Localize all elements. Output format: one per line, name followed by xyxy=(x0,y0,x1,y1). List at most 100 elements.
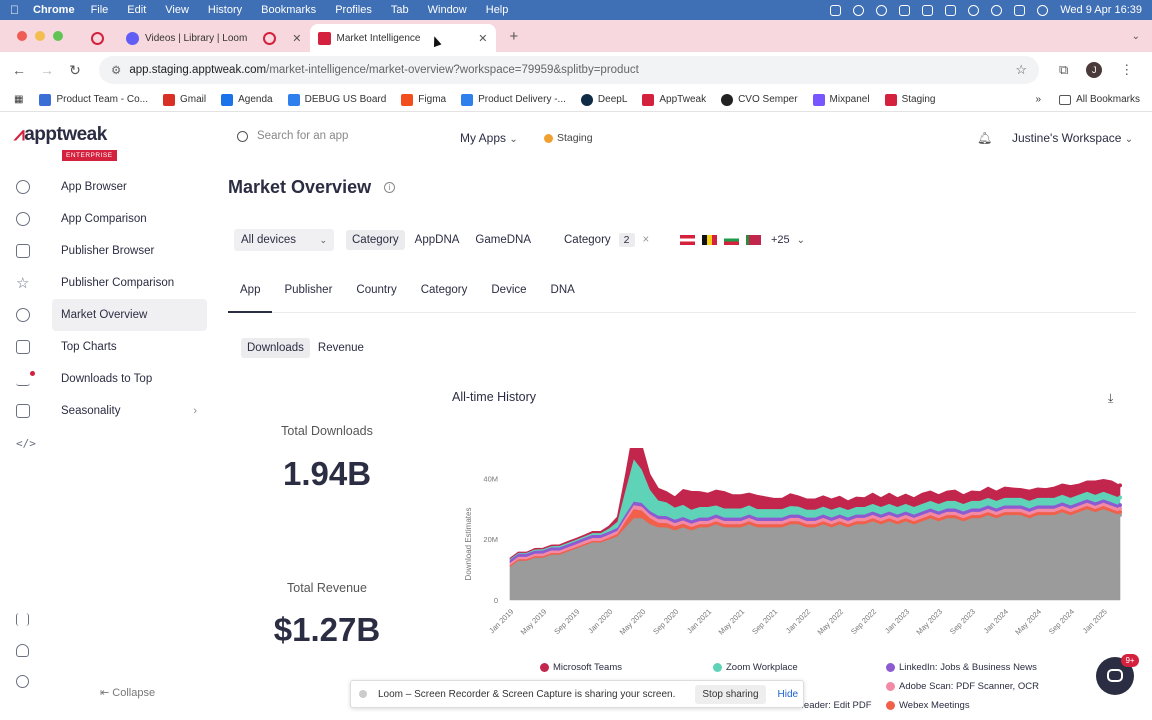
menu-edit[interactable]: Edit xyxy=(127,4,146,16)
taxonomy-category[interactable]: Category xyxy=(346,230,405,250)
spotlight-icon[interactable] xyxy=(991,4,1003,16)
wifi-icon[interactable] xyxy=(968,4,980,16)
tab-loom[interactable]: Videos | Library | Loom xyxy=(118,24,255,52)
legend-item[interactable]: Microsoft Teams xyxy=(540,662,622,673)
close-tab-icon[interactable]: ✕ xyxy=(478,32,487,45)
taxonomy-appdna[interactable]: AppDNA xyxy=(409,230,466,250)
sidebar-item-market-overview[interactable]: Market Overview xyxy=(16,299,207,331)
menu-view[interactable]: View xyxy=(165,4,189,16)
new-tab-icon[interactable]: + xyxy=(510,28,519,45)
series-end-point[interactable] xyxy=(1118,503,1122,508)
collapse-sidebar-button[interactable]: ⇤ Collapse xyxy=(100,686,155,699)
legend-item[interactable]: Adobe Scan: PDF Scanner, OCR xyxy=(886,681,1039,692)
menu-profiles[interactable]: Profiles xyxy=(335,4,372,16)
more-bookmarks-icon[interactable]: » xyxy=(1036,94,1042,105)
apptweak-logo[interactable]: ⩘apptweak ENTERPRISE xyxy=(14,124,117,161)
menu-window[interactable]: Window xyxy=(428,4,467,16)
profile-avatar[interactable]: J xyxy=(1086,62,1103,78)
zoom-status-icon[interactable] xyxy=(830,4,842,16)
tab-market-intelligence[interactable]: Market Intelligence ✕ xyxy=(309,24,496,52)
back-icon[interactable]: ← xyxy=(5,62,33,78)
tab-category[interactable]: Category xyxy=(409,282,480,312)
apps-grid-icon[interactable]: ▦ xyxy=(14,94,23,105)
bookmark-item[interactable]: DEBUG US Board xyxy=(287,93,386,106)
series-end-point[interactable] xyxy=(1118,483,1122,488)
control-center-icon[interactable] xyxy=(1014,4,1026,16)
country-filter[interactable]: +25 ⌄ xyxy=(680,229,805,251)
sidebar-item-downloads-to-top[interactable]: Downloads to Top xyxy=(0,363,215,395)
close-tab-icon[interactable]: ✕ xyxy=(292,32,301,45)
apple-icon[interactable]:  xyxy=(10,3,19,17)
bookmark-item[interactable]: Mixpanel xyxy=(812,93,870,106)
app-search[interactable]: Search for an app xyxy=(237,130,348,142)
close-window-icon[interactable] xyxy=(17,31,27,41)
tab-app[interactable]: App xyxy=(228,282,273,313)
tab-pinned-2[interactable]: ✕ xyxy=(255,24,309,52)
bookmark-star-icon[interactable]: ☆ xyxy=(1015,62,1027,78)
menu-bookmarks[interactable]: Bookmarks xyxy=(261,4,316,16)
loom-handle-icon[interactable] xyxy=(359,690,367,698)
support-icon[interactable] xyxy=(16,644,29,657)
bookmark-item[interactable]: Product Delivery -... xyxy=(461,93,566,106)
metric-revenue[interactable]: Revenue xyxy=(312,338,370,358)
forward-icon[interactable]: → xyxy=(33,62,61,78)
tab-publisher[interactable]: Publisher xyxy=(272,282,344,312)
siri-icon[interactable] xyxy=(1037,4,1049,16)
all-time-history-chart[interactable]: Download Estimates 0 20M 40M Jan 2019 May 201… xyxy=(455,448,1135,660)
stop-sharing-button[interactable]: Stop sharing xyxy=(695,684,766,704)
all-bookmarks[interactable]: All Bookmarks xyxy=(1059,94,1140,105)
sidebar-item-app-comparison[interactable]: App Comparison xyxy=(0,203,215,235)
bookmark-item[interactable]: Figma xyxy=(401,93,446,106)
vpn-status-icon[interactable] xyxy=(876,4,888,16)
bookmark-item[interactable]: Gmail xyxy=(162,93,206,106)
series-end-point[interactable] xyxy=(1118,495,1122,500)
legend-item[interactable]: ...eader: Edit PDF xyxy=(796,700,872,711)
extensions-icon[interactable]: ⧉ xyxy=(1059,62,1068,78)
menu-history[interactable]: History xyxy=(208,4,242,16)
workspace-dropdown[interactable]: Justine's Workspace ⌄ xyxy=(1012,131,1133,145)
bookmark-item[interactable]: Product Team - Co... xyxy=(39,93,148,106)
hide-button[interactable]: Hide xyxy=(778,689,799,700)
bookmark-item[interactable]: AppTweak xyxy=(642,93,706,106)
sidebar-item-seasonality[interactable]: Seasonality › xyxy=(0,395,215,427)
legend-item[interactable]: Webex Meetings xyxy=(886,700,970,711)
sidebar-item-publisher-browser[interactable]: Publisher Browser xyxy=(0,235,215,267)
info-icon[interactable]: i xyxy=(384,182,395,193)
sidebar-item-app-browser[interactable]: App Browser xyxy=(0,171,215,203)
chrome-menu-icon[interactable]: ⋮ xyxy=(1120,62,1133,78)
bookmark-item[interactable]: Staging xyxy=(884,93,936,106)
legend-item[interactable]: Zoom Workplace xyxy=(713,662,798,673)
bluetooth-icon[interactable] xyxy=(922,4,934,16)
tab-country[interactable]: Country xyxy=(344,282,408,312)
menubar-app-name[interactable]: Chrome xyxy=(33,4,75,16)
tab-search-chevron-icon[interactable]: ⌄ xyxy=(1132,31,1140,42)
tab-dna[interactable]: DNA xyxy=(539,282,587,312)
account-icon[interactable] xyxy=(16,675,29,688)
tab-pinned-1[interactable] xyxy=(83,24,118,52)
devices-select[interactable]: All devices ⌄ xyxy=(234,229,334,251)
taxonomy-gamedna[interactable]: GameDNA xyxy=(469,230,537,250)
download-icon[interactable]: ⤓ xyxy=(1108,391,1113,406)
category-filter[interactable]: Category 2 × xyxy=(564,229,649,251)
display-status-icon[interactable] xyxy=(899,4,911,16)
legend-item[interactable]: LinkedIn: Jobs & Business News xyxy=(886,662,1037,673)
sync-status-icon[interactable] xyxy=(853,4,865,16)
sidebar-item-code[interactable]: </> xyxy=(0,427,215,459)
notifications-bell-icon[interactable]: 🔔︎ xyxy=(977,131,992,145)
menu-help[interactable]: Help xyxy=(486,4,509,16)
library-icon[interactable] xyxy=(16,613,29,626)
zoom-window-icon[interactable] xyxy=(53,31,63,41)
minimize-window-icon[interactable] xyxy=(35,31,45,41)
clear-category-icon[interactable]: × xyxy=(643,234,650,246)
reload-icon[interactable]: ↻ xyxy=(61,62,89,79)
sidebar-item-publisher-comparison[interactable]: ☆ Publisher Comparison xyxy=(0,267,215,299)
metric-downloads[interactable]: Downloads xyxy=(241,338,310,358)
menu-tab[interactable]: Tab xyxy=(391,4,409,16)
tab-device[interactable]: Device xyxy=(479,282,538,312)
address-bar[interactable]: ⚙ app.staging.apptweak.com/market-intell… xyxy=(99,56,1039,84)
site-settings-icon[interactable]: ⚙ xyxy=(111,63,121,77)
bookmark-item[interactable]: CVO Semper xyxy=(721,93,798,106)
my-apps-dropdown[interactable]: My Apps ⌄ xyxy=(460,131,518,145)
bookmark-item[interactable]: DeepL xyxy=(580,93,627,106)
sidebar-item-top-charts[interactable]: Top Charts xyxy=(0,331,215,363)
